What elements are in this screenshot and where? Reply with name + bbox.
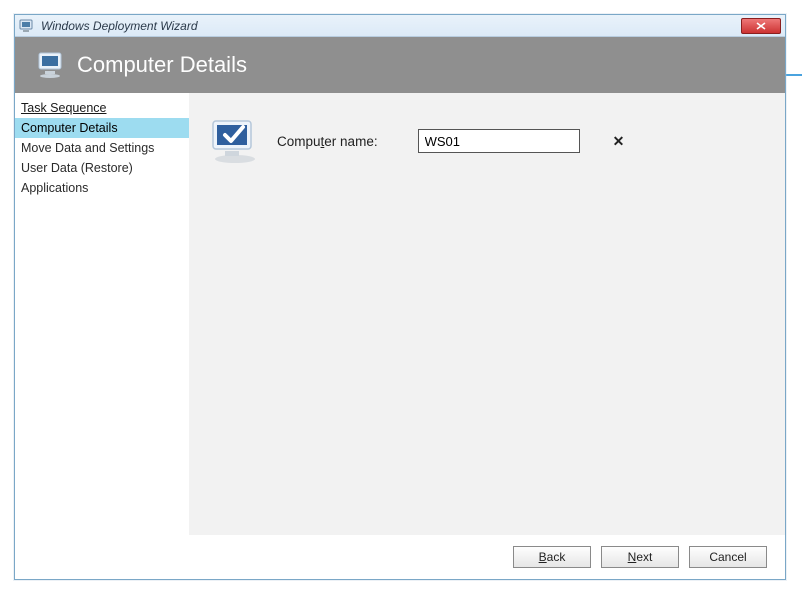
clear-input-icon[interactable]: ✕: [607, 133, 631, 150]
wizard-body: Task Sequence Computer Details Move Data…: [15, 93, 785, 535]
back-button[interactable]: Back: [513, 546, 591, 568]
btn-accel: N: [628, 550, 637, 564]
wizard-window: Windows Deployment Wizard Computer Detai…: [14, 14, 786, 580]
content-pane: Computer name: ✕: [189, 93, 785, 535]
btn-text: ack: [547, 550, 566, 564]
wizard-footer: Back Next Cancel: [15, 535, 785, 579]
label-part: Compu: [277, 134, 321, 149]
computer-monitor-icon: [37, 50, 67, 80]
cancel-button[interactable]: Cancel: [689, 546, 767, 568]
banner: Computer Details: [15, 37, 785, 93]
sidebar-item-move-data: Move Data and Settings: [15, 138, 189, 158]
computer-check-icon: [207, 117, 263, 165]
computer-name-input[interactable]: [419, 132, 607, 151]
app-icon: [19, 18, 35, 34]
computer-name-row: Computer name: ✕: [277, 129, 580, 153]
sidebar-item-computer-details[interactable]: Computer Details: [15, 118, 189, 138]
sidebar-item-task-sequence[interactable]: Task Sequence: [15, 93, 189, 118]
next-button[interactable]: Next: [601, 546, 679, 568]
computer-name-input-wrap: ✕: [418, 129, 580, 153]
step-sidebar: Task Sequence Computer Details Move Data…: [15, 93, 189, 535]
close-button[interactable]: [741, 18, 781, 34]
window-title: Windows Deployment Wizard: [41, 19, 741, 33]
btn-accel: B: [539, 550, 547, 564]
computer-name-label: Computer name:: [277, 134, 378, 149]
page-title: Computer Details: [77, 52, 247, 78]
sidebar-item-applications: Applications: [15, 178, 189, 198]
decorative-line: [786, 74, 802, 76]
btn-text: ext: [636, 550, 652, 564]
label-part: er name:: [324, 134, 377, 149]
sidebar-item-user-data-restore: User Data (Restore): [15, 158, 189, 178]
btn-text: Cancel: [709, 550, 746, 564]
titlebar[interactable]: Windows Deployment Wizard: [15, 15, 785, 37]
